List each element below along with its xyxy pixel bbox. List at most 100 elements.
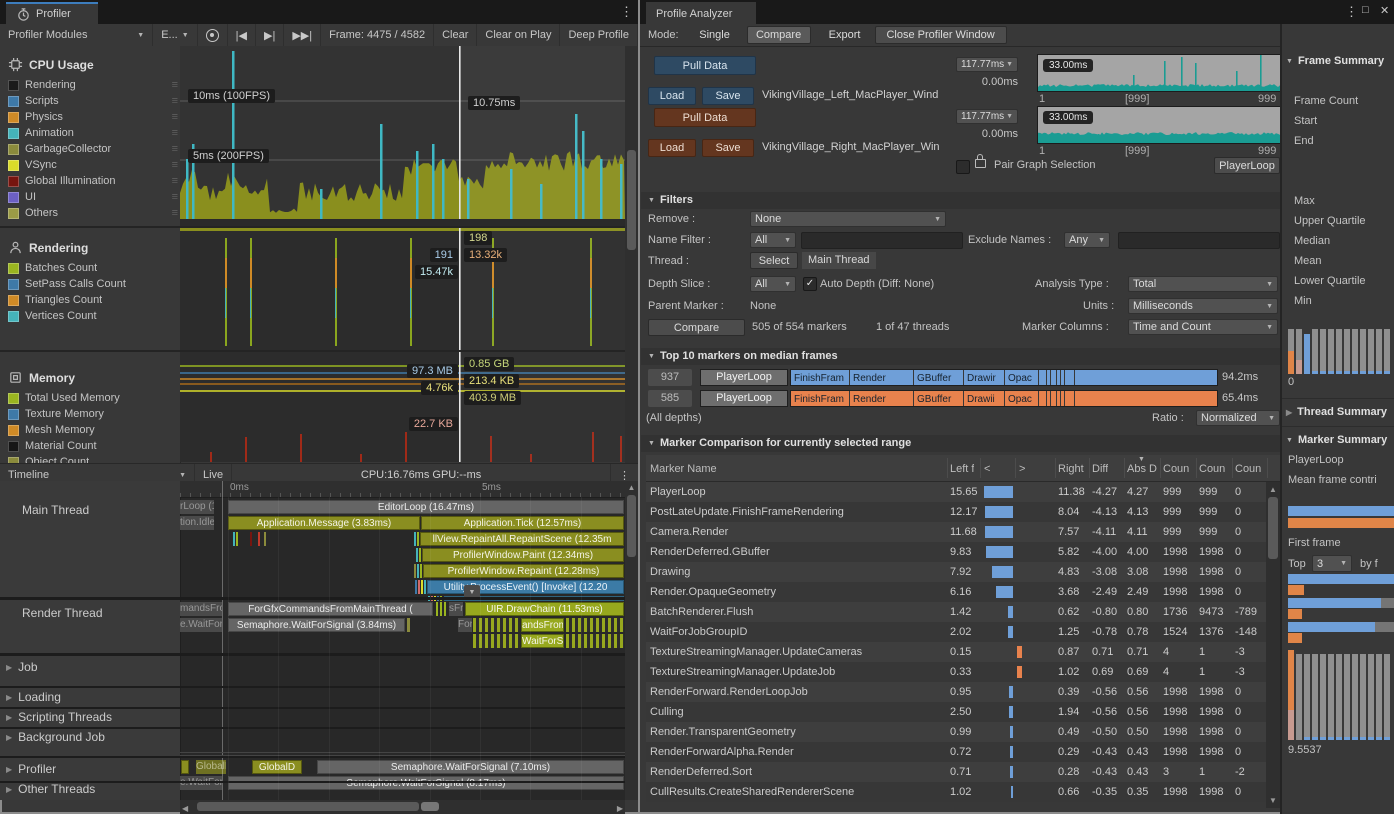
scroll-up-icon[interactable]: ▲ [1266,485,1280,494]
timeline-tick[interactable] [418,580,420,594]
timeline-tick[interactable] [417,532,419,546]
timeline-span[interactable]: rLoop (1.6 [180,500,214,514]
frame-summary-header[interactable]: ▼Frame Summary [1286,55,1384,67]
timeline-tick[interactable] [424,580,426,594]
scroll-right-icon[interactable]: ▶ [617,804,623,813]
thread-label-loading[interactable]: ▶Loading [6,690,61,704]
legend-item[interactable]: Vertices Count [8,310,184,322]
scroll-left-icon[interactable]: ◀ [182,804,188,813]
drag-handle-icon[interactable]: ≡ [172,207,178,219]
legend-item[interactable]: VSync≡ [8,159,184,171]
timeline-tick[interactable] [233,532,235,546]
clear-on-play-button[interactable]: Clear on Play [477,24,560,46]
drag-handle-icon[interactable]: ≡ [172,191,178,203]
auto-depth-checkbox[interactable]: ✓ [803,277,817,291]
timeline-tick[interactable] [416,548,418,562]
timeline-hscrollbar-thumb[interactable] [197,802,419,811]
column-header[interactable]: Diff [1092,459,1108,479]
frame-range-graph[interactable]: 33.00ms [1037,54,1282,92]
marker-summary-header[interactable]: ▼Marker Summary [1286,434,1387,446]
cpu-usage-chart[interactable]: 10ms (100FPS) 5ms (200FPS) 10.75ms 4.51m… [180,46,625,226]
name-filter-mode-dropdown[interactable]: All▼ [750,232,796,248]
timeline-span[interactable]: e.WaitForSigna [180,618,222,632]
filters-section-header[interactable]: ▼Filters [648,194,693,206]
table-row[interactable]: TextureStreamingManager.UpdateJob0.331.0… [646,662,1266,682]
timeline-span[interactable]: UIR.DrawChain (11.53ms) [465,602,624,616]
column-header[interactable]: Coun [1199,459,1225,479]
drag-handle-icon[interactable]: ≡ [172,95,178,107]
thread-label-background-job[interactable]: ▶Background Job [6,730,105,744]
drag-handle-icon[interactable]: ≡ [172,127,178,139]
top10-marker-button[interactable]: PlayerLoop [700,369,788,386]
table-row[interactable]: RenderDeferred.Sort0.710.28-0.430.4331-2 [646,762,1266,782]
timeline-scrollbar[interactable]: ▲ [625,481,638,800]
column-header[interactable]: Coun [1163,459,1189,479]
timeline-tick[interactable] [264,532,266,546]
module-header-cpu-usage[interactable]: CPU Usage [8,57,94,72]
legend-item[interactable]: Global Illumination≡ [8,175,184,187]
timeline-tick[interactable] [181,760,189,774]
table-row[interactable]: PlayerLoop15.6511.38-4.274.279999990 [646,482,1266,502]
charts-scrollbar-thumb[interactable] [627,150,636,250]
compare-button[interactable]: Compare [648,319,745,336]
record-button[interactable] [198,24,228,46]
thread-select-button[interactable]: Select [750,252,798,269]
drag-handle-icon[interactable]: ≡ [172,143,178,155]
analyzer-menu-icon[interactable]: ⋮ [1345,4,1358,20]
thread-label-profiler[interactable]: ▶Profiler [6,762,56,776]
timeline-scrollbar-thumb[interactable] [627,495,636,557]
range-dropdown[interactable]: 117.77ms▼ [956,57,1018,72]
timeline-span[interactable]: sFr [449,602,463,616]
profiler-menu-icon[interactable]: ⋮ [620,4,633,20]
legend-item[interactable]: Rendering≡ [8,79,184,91]
top10-frame-index[interactable]: 937 [648,369,692,386]
depth-slice-dropdown[interactable]: All▼ [750,276,796,292]
thread-summary-header[interactable]: ▶Thread Summary [1286,406,1387,418]
load-button[interactable]: Load [648,87,696,105]
legend-item[interactable]: SetPass Calls Count [8,278,184,290]
column-header[interactable]: > [1019,459,1025,479]
legend-item[interactable]: UI≡ [8,191,184,203]
legend-item[interactable]: Animation≡ [8,127,184,139]
top10-marker-button[interactable]: PlayerLoop [700,390,788,407]
profiler-modules-dropdown[interactable]: Profiler Modules▼ [0,24,153,46]
timeline-hscrollbar[interactable]: ◀ ▶ [180,800,625,814]
timeline-tick[interactable] [407,618,410,632]
timeline-span[interactable]: ForGfxCommandsFromMainThread ( [228,602,433,616]
export-button[interactable]: Export [819,26,871,44]
capture-target-dropdown[interactable]: E...▼ [153,24,197,46]
timeline-span[interactable]: Semaphore.WaitForSignal (7.10ms) [317,760,624,774]
tab-profile-analyzer[interactable]: Profile Analyzer [646,2,756,24]
top10-bar[interactable]: FinishFramRenderGBufferDrawiiOpac [790,390,1218,407]
legend-item[interactable]: Physics≡ [8,111,184,123]
drag-handle-icon[interactable]: ≡ [172,111,178,123]
legend-item[interactable]: Triangles Count [8,294,184,306]
timeline-tick[interactable] [414,564,416,578]
pair-graph-selection-checkbox[interactable] [956,160,970,174]
timeline-area[interactable]: Main ThreadRender Thread▶Job▶Loading▶Scr… [0,481,638,800]
timeline-tick[interactable] [414,532,416,546]
top-n-dropdown[interactable]: 3▼ [1312,555,1352,572]
thread-label-scripting-threads[interactable]: ▶Scripting Threads [6,710,112,724]
deep-profile-button[interactable]: Deep Profile [560,24,638,46]
timeline-span[interactable]: EditorLoop (16.47ms) [228,500,624,514]
top10-section-header[interactable]: ▼Top 10 markers on median frames [648,350,838,362]
ratio-dropdown[interactable]: Normalized▼ [1196,410,1280,426]
exclude-names-input[interactable] [1118,232,1280,249]
thread-label-job[interactable]: ▶Job [6,660,38,674]
timeline-span[interactable]: Semaphore.WaitForSignal (8.17ms) [228,776,624,790]
column-header[interactable]: < [984,459,990,479]
close-profiler-window-button[interactable]: Close Profiler Window [875,26,1007,44]
timeline-span[interactable]: llView.RepaintAll.RepaintScene (12.35m [420,532,624,546]
exclude-mode-dropdown[interactable]: Any▼ [1064,232,1110,248]
timeline-tick[interactable] [566,618,624,632]
tab-profiler[interactable]: Profiler [6,2,98,24]
analysis-type-dropdown[interactable]: Total▼ [1128,276,1278,292]
table-row[interactable]: RenderForward.RenderLoopJob0.950.39-0.56… [646,682,1266,702]
timeline-span[interactable]: For [458,618,472,632]
charts-scrollbar[interactable] [625,46,638,463]
module-header-rendering[interactable]: Rendering [8,240,88,255]
drag-handle-icon[interactable]: ≡ [172,159,178,171]
next-frame-button[interactable]: ▶| [256,24,284,46]
drag-handle-icon[interactable]: ≡ [172,79,178,91]
